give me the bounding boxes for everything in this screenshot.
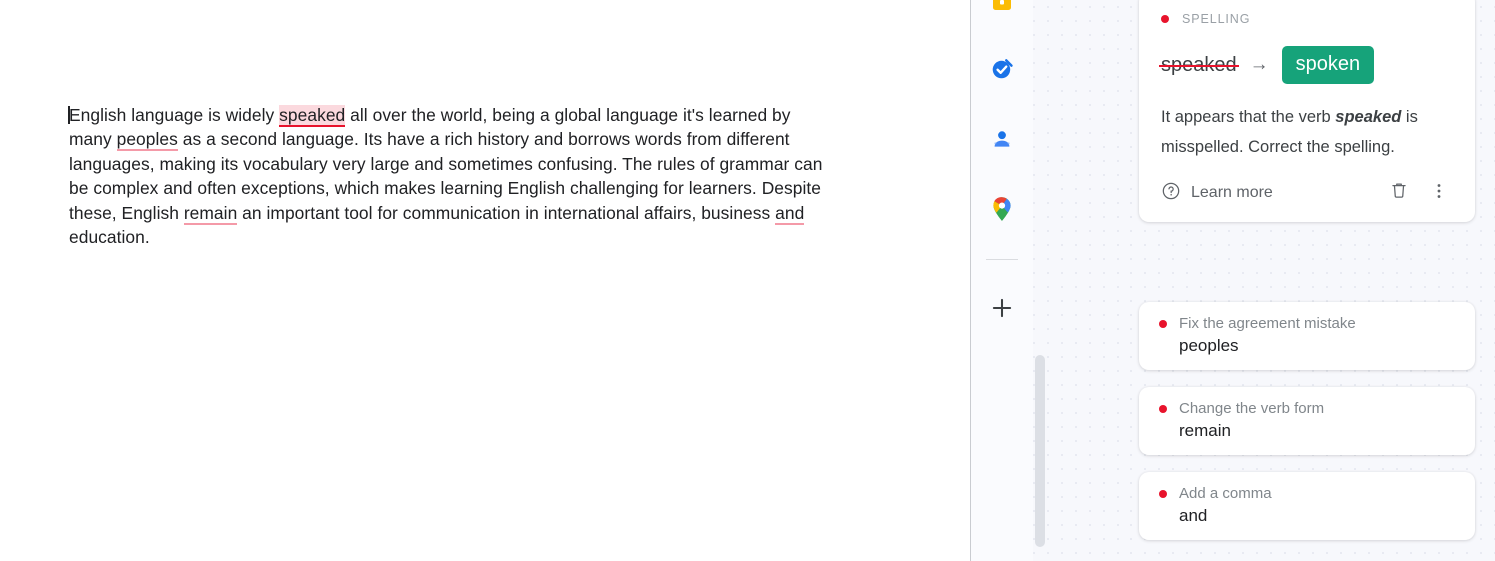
side-rail-divider: [986, 259, 1018, 260]
side-rail-add-addon-button[interactable]: [982, 290, 1022, 330]
side-rail-item-keep[interactable]: [982, 0, 1022, 22]
doc-text-run: an important tool for communication in i…: [237, 202, 776, 223]
suggestion-card-word: peoples: [1179, 336, 1239, 355]
error-dot-icon: [1159, 320, 1167, 328]
suggestion-card-spelling[interactable]: SPELLING speaked → spoken It appears tha…: [1139, 0, 1475, 222]
docs-editor-with-suggestions: English language is widely speaked all o…: [0, 0, 1495, 561]
google-maps-icon: [990, 196, 1014, 227]
doc-suggestion-peoples[interactable]: peoples: [116, 129, 178, 152]
side-rail-icon-strip: [971, 0, 1033, 561]
doc-text-run: education.: [69, 227, 150, 248]
learn-more-label: Learn more: [1191, 184, 1273, 201]
suggestion-card-header: SPELLING: [1161, 10, 1453, 28]
dismiss-suggestion-button[interactable]: [1385, 179, 1413, 207]
suggestion-card-text: Change the verb form remain: [1179, 399, 1324, 444]
original-word: speaked: [1159, 53, 1239, 76]
side-rail-item-maps[interactable]: [982, 191, 1022, 231]
explanation-prefix: It appears that the verb: [1161, 108, 1336, 126]
google-tasks-icon: [990, 56, 1015, 86]
doc-text-run: English language is widely: [69, 105, 280, 125]
suggestion-card-comma[interactable]: Add a comma and: [1139, 472, 1475, 540]
google-contacts-icon: [990, 127, 1014, 156]
suggestion-card-verb-form[interactable]: Change the verb form remain: [1139, 387, 1475, 455]
trash-icon: [1389, 180, 1409, 206]
google-keep-icon: [990, 0, 1014, 17]
suggestion-card-title: Add a comma: [1179, 485, 1272, 502]
suggestion-card-agreement[interactable]: Fix the agreement mistake peoples: [1139, 302, 1475, 370]
suggestion-card-title: Change the verb form: [1179, 400, 1325, 417]
accept-suggestion-button[interactable]: spoken: [1281, 46, 1375, 84]
suggestion-card-title: Fix the agreement mistake: [1179, 315, 1356, 332]
side-rail-item-tasks[interactable]: [982, 51, 1022, 91]
suggestions-panel: SPELLING speaked → spoken It appears tha…: [1124, 0, 1495, 561]
document-paragraph[interactable]: English language is widely speaked all o…: [68, 103, 829, 249]
learn-more-link[interactable]: Learn more: [1161, 181, 1273, 206]
more-vertical-icon: [1429, 181, 1449, 206]
side-rail-scrollbar-thumb[interactable]: [1035, 355, 1045, 547]
document-page[interactable]: English language is widely speaked all o…: [0, 0, 971, 561]
suggestion-card-actions: Learn more: [1161, 174, 1453, 212]
doc-suggestion-remain[interactable]: remain: [183, 202, 238, 225]
side-rail-item-contacts[interactable]: [982, 121, 1022, 161]
arrow-right-icon: →: [1249, 53, 1269, 75]
document-body[interactable]: English language is widely speaked all o…: [68, 103, 829, 249]
suggestion-card-word: remain: [1179, 421, 1231, 440]
explanation-bold-word: speaked: [1335, 108, 1402, 126]
doc-suggestion-and[interactable]: and: [775, 202, 805, 225]
doc-suggestion-speaked[interactable]: speaked: [279, 105, 346, 127]
error-dot-icon: [1159, 405, 1167, 413]
suggestion-category-label: SPELLING: [1182, 12, 1251, 26]
suggestion-replacement-row: speaked → spoken: [1159, 45, 1453, 85]
error-dot-icon: [1159, 490, 1167, 498]
suggestion-explanation: It appears that the verb speaked is miss…: [1161, 102, 1453, 162]
suggestion-more-options-button[interactable]: [1425, 179, 1453, 207]
workspace-side-rail: [971, 0, 1124, 561]
text-caret: [68, 106, 70, 124]
help-circle-icon: [1161, 181, 1181, 206]
suggestion-card-word: and: [1179, 506, 1208, 525]
error-dot-icon: [1161, 15, 1169, 23]
suggestion-card-text: Fix the agreement mistake peoples: [1179, 314, 1356, 359]
plus-icon: [989, 295, 1015, 326]
suggestion-card-text: Add a comma and: [1179, 484, 1272, 529]
